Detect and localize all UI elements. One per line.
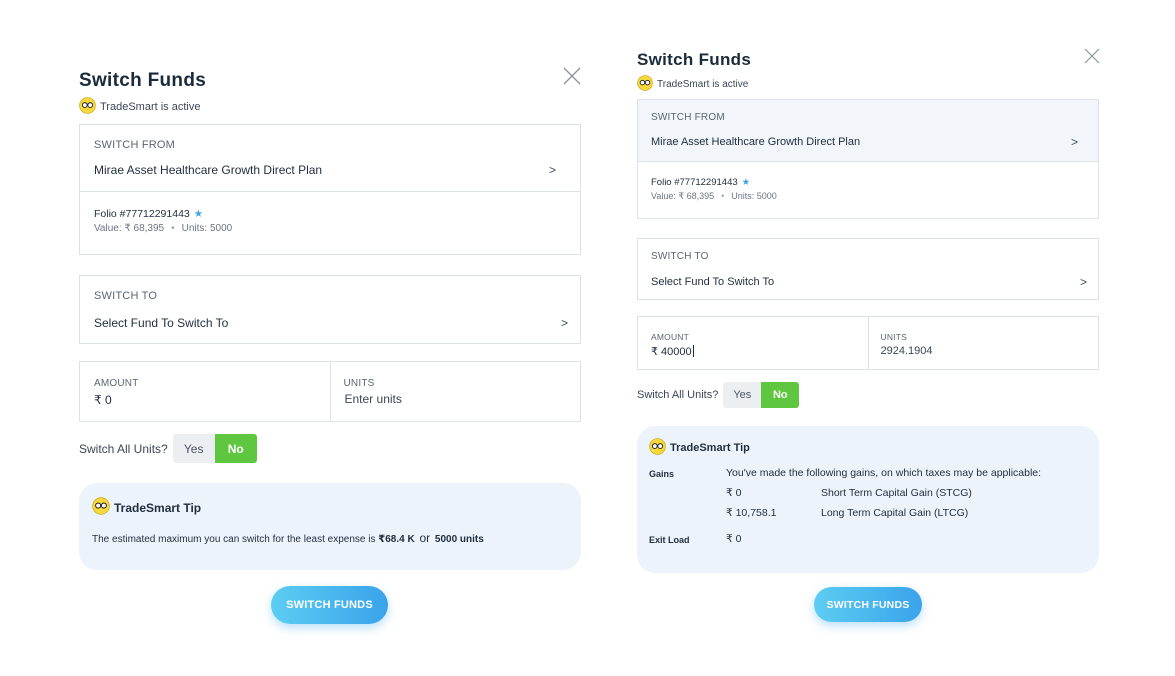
- close-icon: [563, 67, 581, 85]
- tradesmart-status-text: TradeSmart is active: [657, 79, 749, 90]
- chevron-right-icon: >: [560, 316, 568, 330]
- switch-all-units: Switch All Units? Yes No: [79, 434, 257, 463]
- amount-value[interactable]: ₹ 0: [94, 393, 112, 407]
- folio-units: Units: 5000: [731, 191, 777, 201]
- stcg-label: Short Term Capital Gain (STCG): [821, 487, 972, 499]
- tip-text: The estimated maximum you can switch for…: [92, 531, 484, 545]
- switch-to-label: SWITCH TO: [651, 251, 709, 262]
- star-icon: ★: [193, 208, 204, 220]
- close-button[interactable]: [1084, 48, 1100, 64]
- exit-load-value: ₹ 0: [726, 533, 742, 545]
- star-icon: ★: [741, 177, 751, 188]
- switch-all-toggle[interactable]: Yes No: [723, 382, 800, 408]
- switch-to-label: SWITCH TO: [94, 290, 158, 302]
- tradesmart-status-text: TradeSmart is active: [100, 101, 201, 113]
- switch-from-label: SWITCH FROM: [94, 139, 176, 151]
- gains-intro: You've made the following gains, on whic…: [726, 467, 1042, 479]
- tradesmart-tip: TradeSmart Tip Gains You've made the fol…: [637, 426, 1099, 573]
- units-input[interactable]: [344, 392, 545, 406]
- page-title: Switch Funds: [637, 50, 752, 69]
- folio-number: Folio #77712291443: [651, 177, 738, 188]
- toggle-no-button[interactable]: No: [214, 434, 257, 463]
- folio-value: Value: ₹ 68,395: [651, 191, 715, 201]
- folio-value: Value: ₹ 68,395: [94, 223, 165, 234]
- toggle-yes-button[interactable]: Yes: [172, 434, 215, 463]
- switch-from-label: SWITCH FROM: [651, 112, 725, 123]
- separator-dot: •: [171, 223, 175, 234]
- amount-field[interactable]: AMOUNT ₹ 0: [80, 362, 330, 421]
- switch-to-placeholder: Select Fund To Switch To: [651, 276, 775, 288]
- amount-units-group: AMOUNT ₹ 40000 UNITS 2924.1904: [637, 316, 1099, 370]
- units-value[interactable]: 2924.1904: [881, 345, 933, 357]
- tradesmart-status: TradeSmart is active: [79, 97, 200, 117]
- tip-or: or: [419, 531, 431, 545]
- ltcg-value: ₹ 10,758.1: [726, 507, 777, 519]
- switch-from-fund: Mirae Asset Healthcare Growth Direct Pla…: [651, 136, 861, 148]
- tip-text-prefix: The estimated maximum you can switch for…: [92, 534, 379, 545]
- amount-field[interactable]: AMOUNT ₹ 40000: [638, 317, 868, 369]
- switch-funds-button[interactable]: SWITCH FUNDS: [814, 587, 922, 622]
- switch-to-selector[interactable]: SWITCH TO Select Fund To Switch To >: [637, 238, 1099, 300]
- glasses-icon: [92, 497, 110, 518]
- switch-to-placeholder: Select Fund To Switch To: [94, 316, 229, 330]
- switch-all-label: Switch All Units?: [79, 441, 168, 456]
- tip-header: TradeSmart Tip: [649, 438, 750, 458]
- folio-details: Folio #77712291443 ★ Value: ₹ 68,395 • Uni…: [79, 192, 581, 255]
- tip-header: TradeSmart Tip: [92, 497, 201, 518]
- chevron-right-icon: >: [548, 163, 556, 177]
- switch-from-selector[interactable]: SWITCH FROM Mirae Asset Healthcare Growt…: [79, 124, 581, 192]
- switch-all-toggle[interactable]: Yes No: [172, 434, 257, 463]
- toggle-yes-button[interactable]: Yes: [723, 382, 762, 408]
- switch-all-label: Switch All Units?: [637, 389, 719, 401]
- ltcg-label: Long Term Capital Gain (LTCG): [821, 507, 969, 519]
- units-field[interactable]: UNITS: [329, 362, 581, 421]
- chevron-right-icon: >: [1079, 275, 1087, 289]
- exit-load-label: Exit Load: [649, 535, 690, 545]
- amount-units-group: AMOUNT ₹ 0 UNITS: [79, 361, 581, 422]
- tip-max-amount: ₹68.4 K: [378, 534, 415, 545]
- folio-meta: Value: ₹ 68,395 • Units: 5000: [651, 191, 777, 202]
- tradesmart-tip: TradeSmart Tip The estimated maximum you…: [79, 483, 581, 570]
- amount-value: ₹ 40000: [651, 346, 692, 358]
- glasses-icon: [637, 75, 653, 94]
- chevron-right-icon: >: [1070, 135, 1078, 149]
- close-icon: [1084, 48, 1100, 64]
- units-label: UNITS: [880, 332, 907, 342]
- folio-meta: Value: ₹ 68,395 • Units: 5000: [94, 223, 232, 234]
- switch-from-fund-row[interactable]: Mirae Asset Healthcare Growth Direct Pla…: [651, 135, 1078, 149]
- tip-max-units: 5000 units: [434, 534, 484, 545]
- tip-title: TradeSmart Tip: [114, 500, 202, 515]
- switch-funds-button[interactable]: SWITCH FUNDS: [271, 586, 388, 624]
- switch-from-selector[interactable]: SWITCH FROM Mirae Asset Healthcare Growt…: [637, 99, 1099, 162]
- glasses-icon: [649, 438, 666, 458]
- units-field[interactable]: UNITS 2924.1904: [867, 317, 1099, 369]
- switch-to-selector[interactable]: SWITCH TO Select Fund To Switch To >: [79, 275, 581, 344]
- switch-from-fund: Mirae Asset Healthcare Growth Direct Pla…: [94, 163, 323, 177]
- stcg-value: ₹ 0: [726, 487, 742, 499]
- close-button[interactable]: [563, 67, 581, 85]
- tip-title: TradeSmart Tip: [670, 442, 750, 454]
- amount-label: AMOUNT: [94, 378, 139, 389]
- switch-all-units: Switch All Units? Yes No: [637, 382, 800, 408]
- folio-number-row: Folio #77712291443 ★: [94, 208, 203, 220]
- gains-label: Gains: [649, 469, 675, 479]
- page-title: Switch Funds: [79, 70, 207, 91]
- folio-number: Folio #77712291443: [94, 208, 190, 220]
- amount-input[interactable]: ₹ 40000: [651, 345, 694, 358]
- switch-to-fund-row[interactable]: Select Fund To Switch To >: [94, 316, 568, 330]
- separator-dot: •: [721, 191, 725, 201]
- toggle-no-button[interactable]: No: [761, 382, 800, 408]
- folio-details: Folio #77712291443 ★ Value: ₹ 68,395 • Uni…: [637, 162, 1099, 219]
- switch-from-fund-row[interactable]: Mirae Asset Healthcare Growth Direct Pla…: [94, 163, 556, 177]
- text-caret: [692, 345, 694, 357]
- amount-label: AMOUNT: [651, 332, 690, 342]
- folio-units: Units: 5000: [181, 223, 233, 234]
- tradesmart-status: TradeSmart is active: [637, 75, 748, 94]
- units-label: UNITS: [343, 378, 375, 389]
- glasses-icon: [79, 97, 96, 117]
- switch-to-fund-row[interactable]: Select Fund To Switch To >: [651, 275, 1087, 289]
- folio-number-row: Folio #77712291443 ★: [651, 177, 750, 188]
